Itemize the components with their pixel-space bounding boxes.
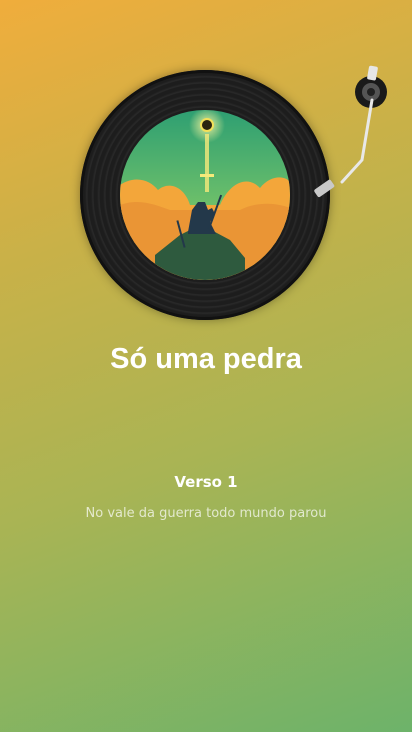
verse-label: Verso 1 xyxy=(174,473,238,491)
vinyl-record xyxy=(80,70,330,320)
tonearm[interactable] xyxy=(300,60,400,210)
song-title: Só uma pedra xyxy=(110,343,302,375)
lyric-line: No vale da guerra todo mundo parou xyxy=(85,506,327,521)
album-art xyxy=(120,110,290,280)
